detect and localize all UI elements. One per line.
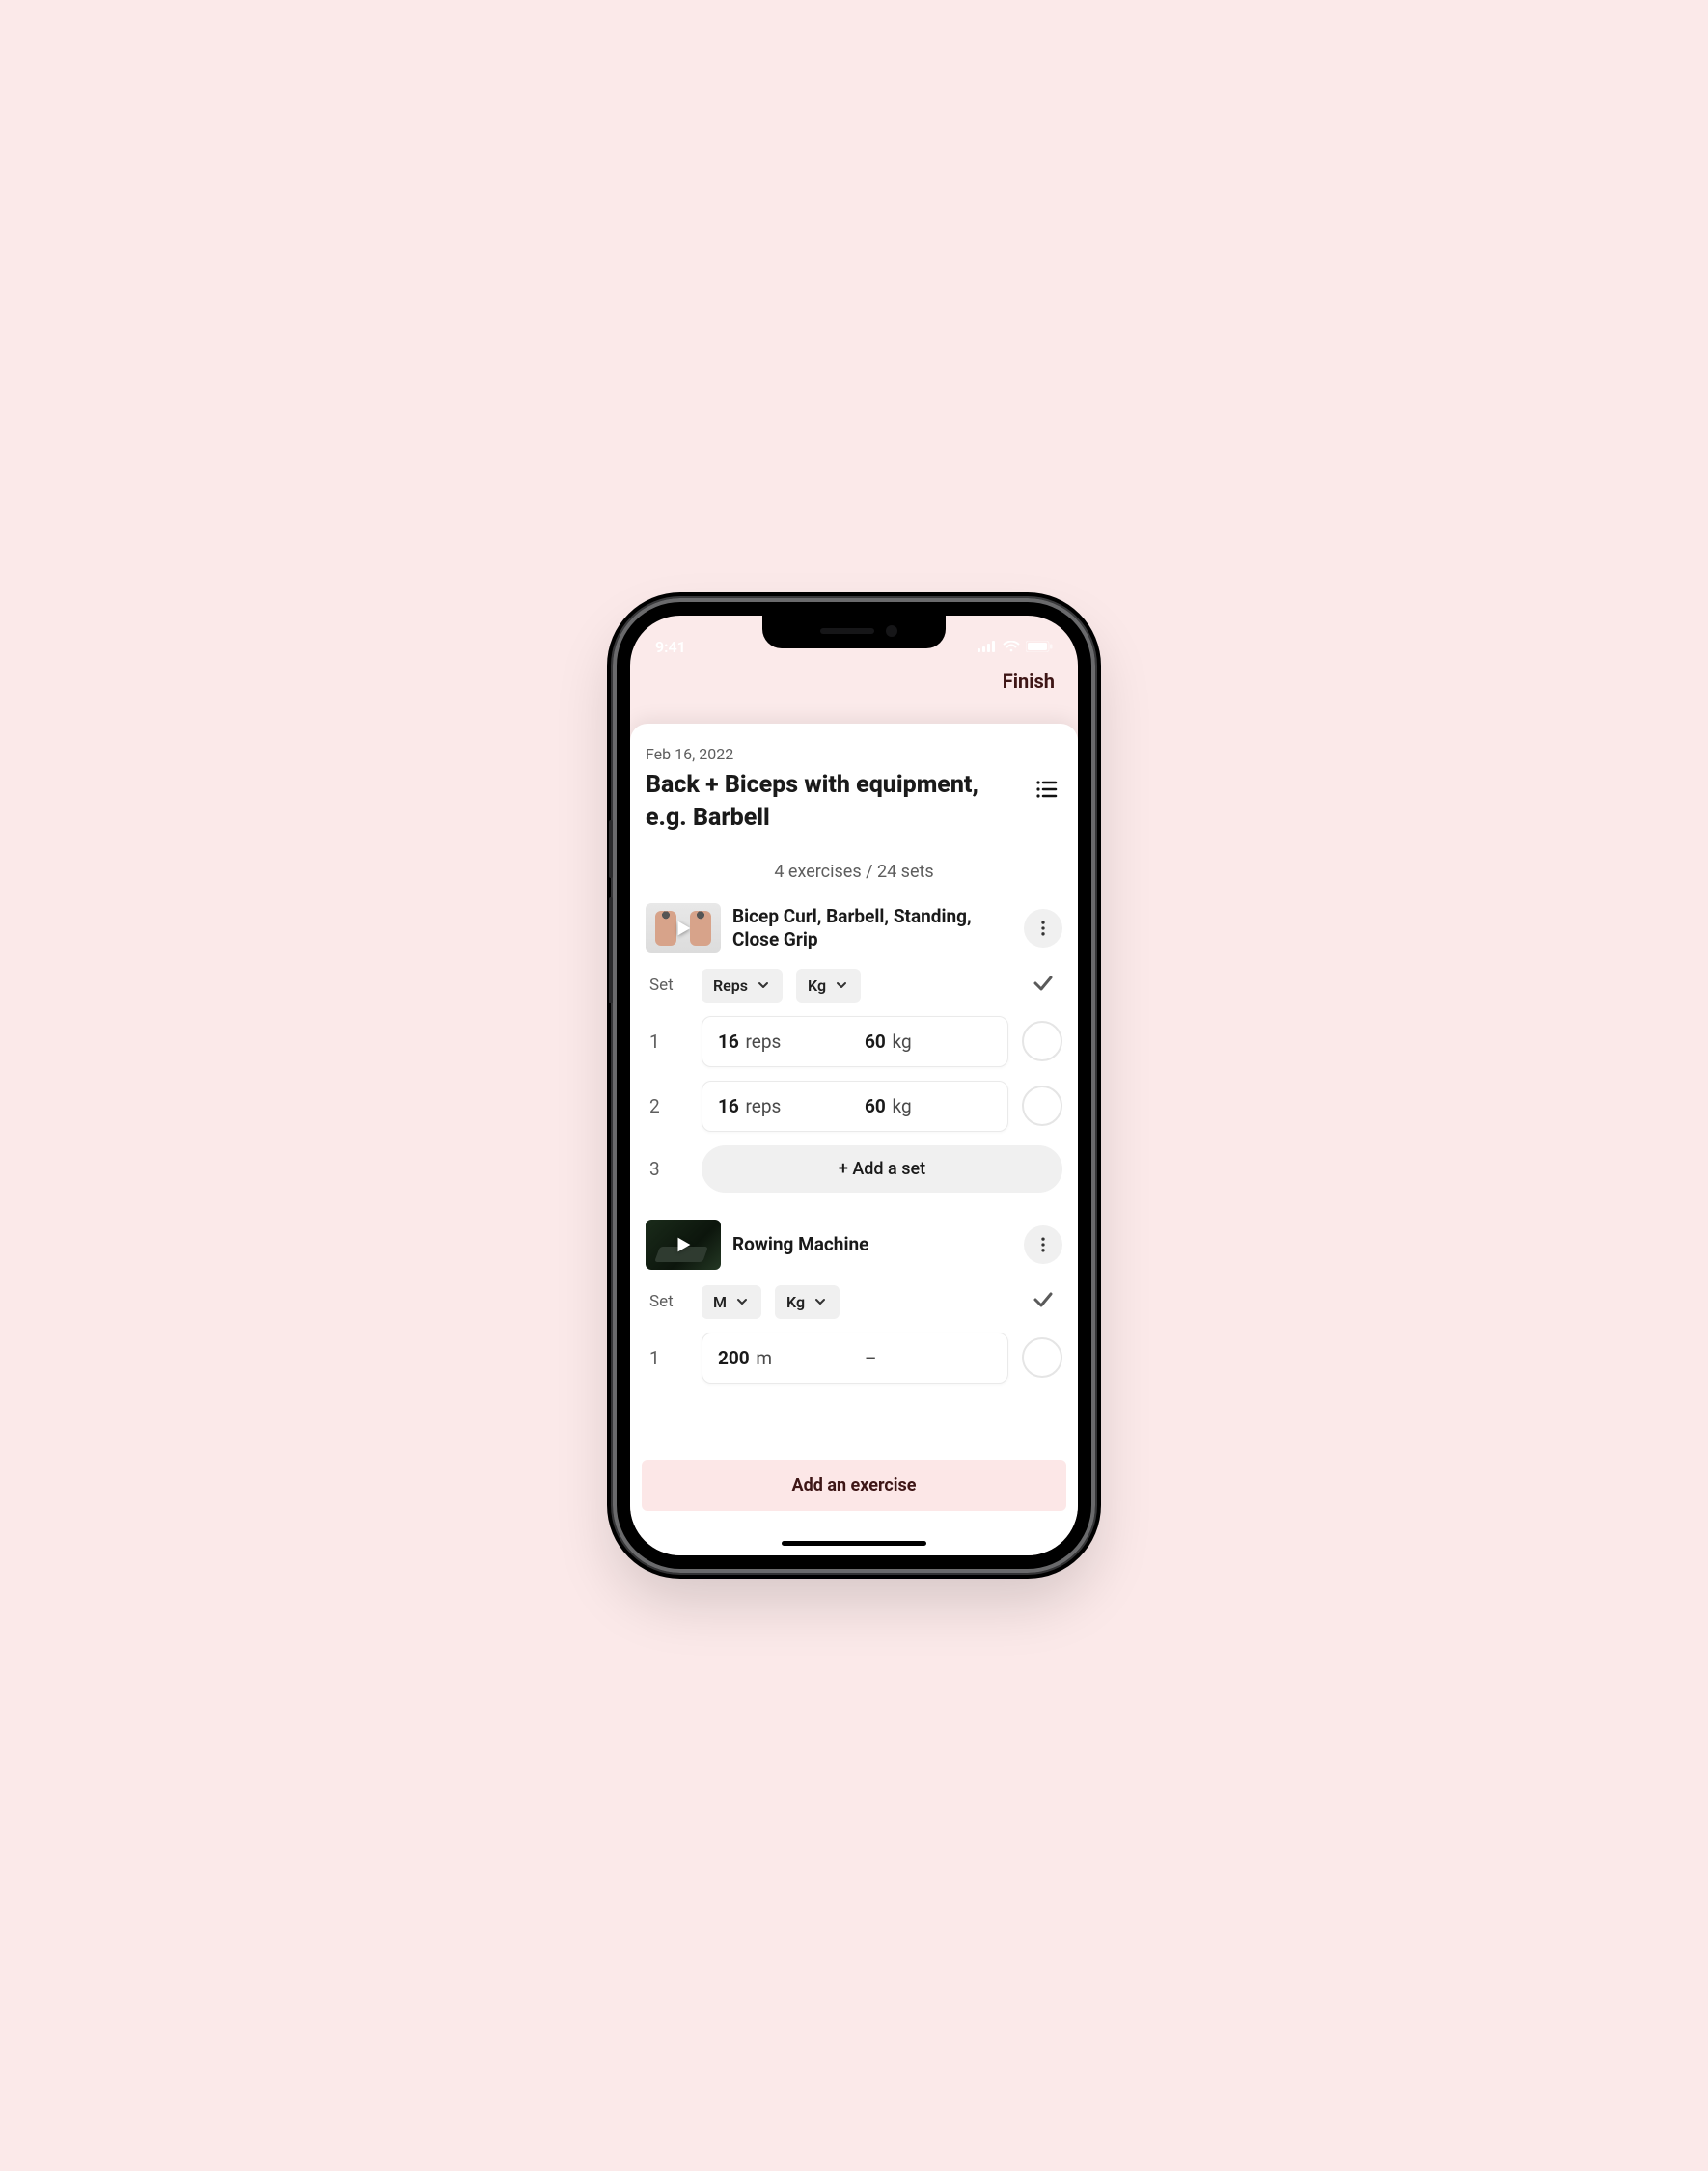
add-set-row: 3 + Add a set [646, 1145, 1062, 1193]
summary-exercise-count: 4 [774, 862, 784, 882]
set-done-toggle[interactable] [1022, 1086, 1062, 1126]
set-input-box[interactable]: 200 m – [702, 1333, 1008, 1384]
set-number: 1 [649, 1031, 688, 1053]
column-headers: Set M Kg [646, 1285, 1062, 1319]
exercise-thumbnail[interactable] [646, 903, 721, 953]
set-done-toggle[interactable] [1022, 1021, 1062, 1061]
finish-button[interactable]: Finish [1003, 670, 1055, 693]
home-indicator[interactable] [782, 1541, 926, 1546]
top-actions: Finish [630, 662, 1078, 708]
exercise-header: Rowing Machine [646, 1220, 1062, 1270]
exercise-name: Rowing Machine [732, 1233, 1012, 1256]
exercise-thumbnail[interactable] [646, 1220, 721, 1270]
phone-frame: 9:41 Finish Feb 16, 2022 Back + Biceps [613, 598, 1095, 1573]
more-vertical-icon [1033, 1235, 1053, 1254]
add-exercise-button[interactable]: Add an exercise [642, 1460, 1066, 1511]
workout-title: Back + Biceps with equipment, e.g. Barbe… [646, 769, 1018, 835]
battery-icon [1026, 641, 1053, 652]
list-icon [1034, 778, 1058, 801]
set-number: 3 [649, 1158, 688, 1180]
chevron-down-icon [834, 977, 849, 993]
set-input-box[interactable]: 16 reps 60 kg [702, 1081, 1008, 1132]
exercise-header: Bicep Curl, Barbell, Standing, Close Gri… [646, 903, 1062, 953]
wifi-icon [1003, 641, 1020, 652]
workout-summary: 4 exercises / 24 sets [646, 862, 1062, 882]
set-number: 2 [649, 1095, 688, 1117]
add-set-button[interactable]: + Add a set [702, 1145, 1062, 1193]
workout-date: Feb 16, 2022 [646, 745, 1062, 763]
set-number: 1 [649, 1347, 688, 1369]
check-column-header [1032, 1288, 1062, 1315]
exercise-more-button[interactable] [1024, 1225, 1062, 1264]
play-icon [646, 1220, 721, 1270]
set-row: 2 16 reps 60 kg [646, 1081, 1062, 1132]
check-icon [1032, 972, 1055, 995]
notch [762, 616, 946, 648]
summary-set-count: 24 [877, 862, 896, 882]
screen: 9:41 Finish Feb 16, 2022 Back + Biceps [630, 616, 1078, 1555]
chevron-down-icon [756, 977, 771, 993]
check-column-header [1032, 972, 1062, 999]
chevron-down-icon [734, 1294, 750, 1309]
set-done-toggle[interactable] [1022, 1337, 1062, 1378]
col-set-label: Set [649, 1292, 688, 1311]
signal-icon [978, 641, 997, 652]
status-right [978, 641, 1053, 652]
more-vertical-icon [1033, 919, 1053, 938]
reorder-button[interactable] [1030, 773, 1062, 806]
status-time: 9:41 [655, 638, 686, 656]
set-row: 1 200 m – [646, 1333, 1062, 1384]
metric-b-select[interactable]: Kg [775, 1285, 840, 1319]
exercise-block: Bicep Curl, Barbell, Standing, Close Gri… [646, 903, 1062, 1193]
exercise-block: Rowing Machine Set M Kg [646, 1220, 1062, 1384]
play-icon [646, 903, 721, 953]
column-headers: Set Reps Kg [646, 969, 1062, 1003]
set-row: 1 16 reps 60 kg [646, 1016, 1062, 1067]
metric-a-select[interactable]: M [702, 1285, 761, 1319]
metric-b-select[interactable]: Kg [796, 969, 861, 1003]
chevron-down-icon [813, 1294, 828, 1309]
set-input-box[interactable]: 16 reps 60 kg [702, 1016, 1008, 1067]
workout-sheet: Feb 16, 2022 Back + Biceps with equipmen… [630, 724, 1078, 1555]
title-row: Back + Biceps with equipment, e.g. Barbe… [646, 769, 1062, 835]
exercise-name: Bicep Curl, Barbell, Standing, Close Gri… [732, 905, 1012, 951]
exercise-more-button[interactable] [1024, 909, 1062, 948]
check-icon [1032, 1288, 1055, 1311]
metric-a-select[interactable]: Reps [702, 969, 783, 1003]
col-set-label: Set [649, 976, 688, 995]
